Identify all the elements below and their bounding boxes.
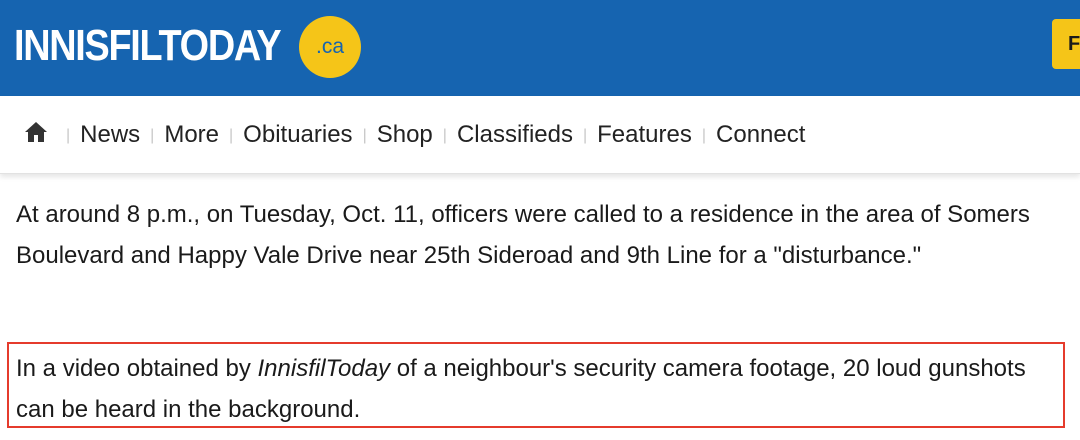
nav-separator: | [150, 126, 155, 144]
nav-separator: | [442, 126, 447, 144]
paragraph-text-before: In a video obtained by [16, 355, 258, 382]
article-paragraph: At around 8 p.m., on Tuesday, Oct. 11, o… [16, 201, 1030, 269]
nav-item-connect[interactable]: Connect [716, 121, 805, 149]
nav-separator: | [229, 126, 234, 144]
nav-separator: | [701, 126, 707, 144]
main-nav: | News | More | Obituaries | Shop | Clas… [0, 96, 1080, 174]
site-logo[interactable]: INNISFILTODAY .ca [14, 14, 361, 78]
site-header: INNISFILTODAY .ca F [0, 0, 1080, 96]
publication-name: InnisfilToday [257, 355, 391, 382]
header-action-button[interactable]: F [1052, 19, 1080, 69]
header-action-button-label: F [1068, 32, 1080, 55]
nav-item-news[interactable]: News [80, 121, 140, 149]
article-body: At around 8 p.m., on Tuesday, Oct. 11, o… [0, 174, 1080, 276]
home-icon[interactable] [24, 121, 56, 148]
nav-item-shop[interactable]: Shop [377, 121, 433, 149]
nav-item-features[interactable]: Features [597, 121, 692, 149]
nav-item-more[interactable]: More [164, 121, 219, 149]
nav-item-obituaries[interactable]: Obituaries [243, 121, 352, 149]
logo-badge: .ca [299, 16, 361, 78]
nav-item-classifieds[interactable]: Classifieds [457, 121, 573, 149]
nav-separator: | [66, 126, 71, 144]
nav-separator: | [582, 126, 588, 144]
article-paragraph-highlighted: In a video obtained by InnisfilToday of … [16, 348, 1066, 430]
nav-separator: | [362, 126, 367, 144]
logo-text: INNISFILTODAY [14, 21, 282, 70]
